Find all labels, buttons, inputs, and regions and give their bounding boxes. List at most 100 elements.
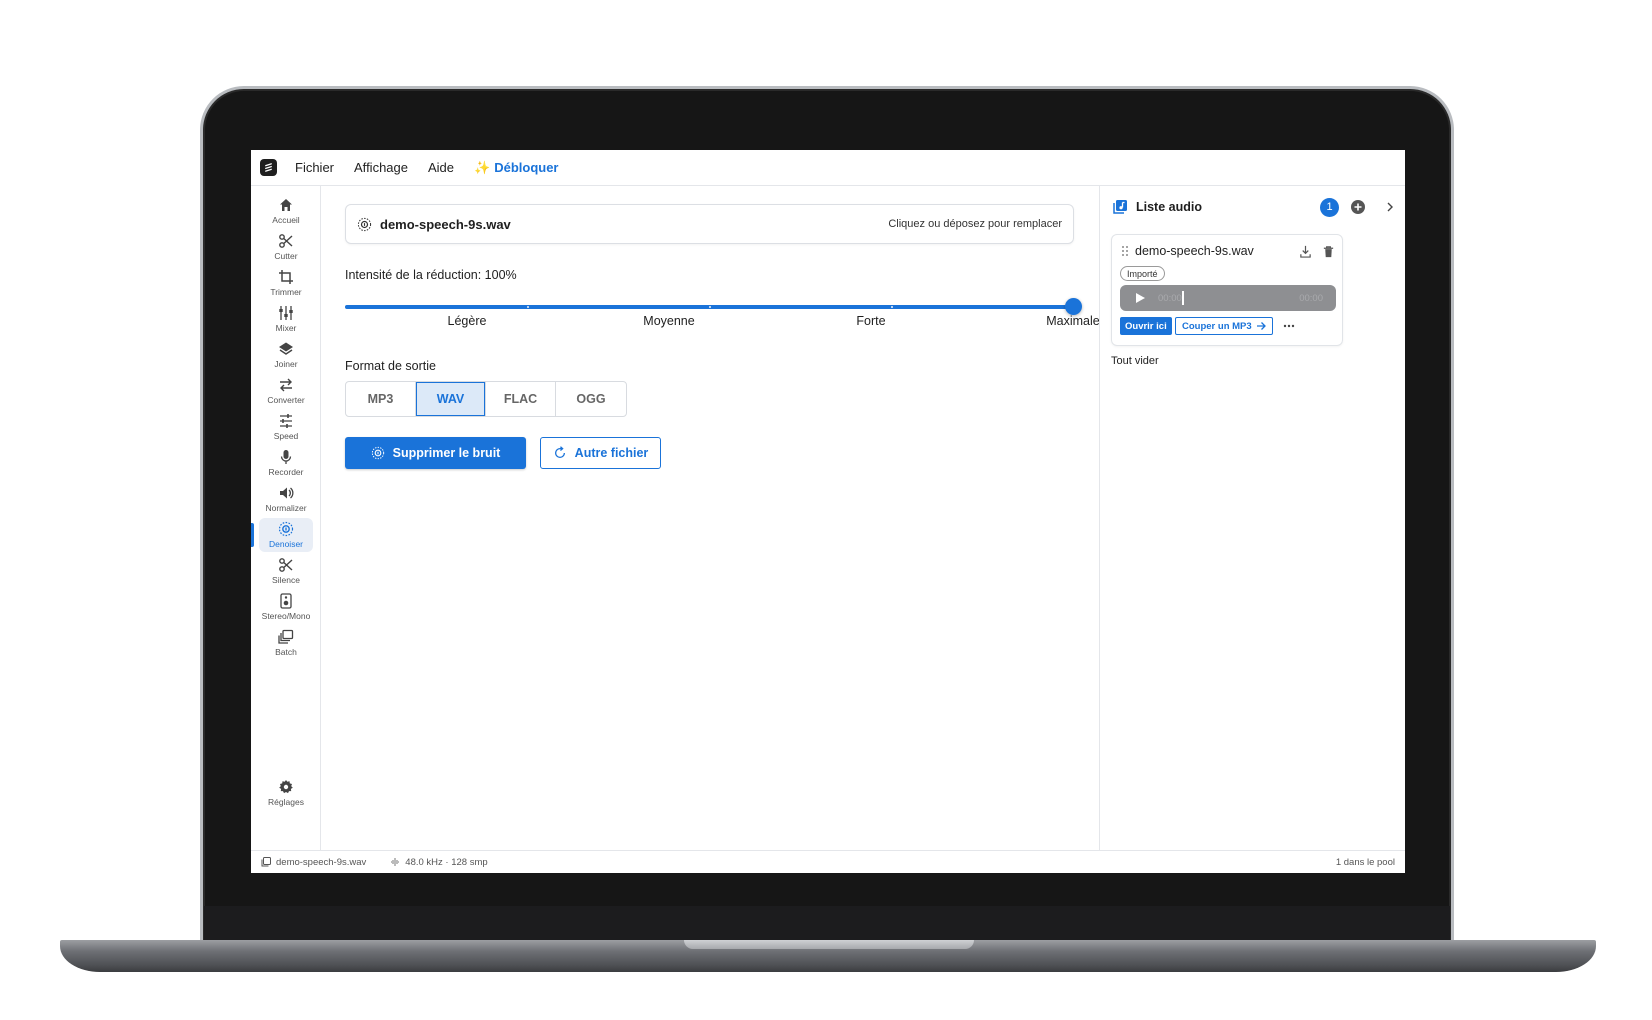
cut-mp3-label: Couper un MP3 [1182,320,1252,332]
slider-thumb[interactable] [1065,298,1082,315]
status-file-name: demo-speech-9s.wav [276,856,367,868]
sidebar-item-label: Réglages [268,797,304,807]
sidebar-item-label: Stereo/Mono [261,611,311,621]
player-progress-cursor[interactable] [1181,291,1184,305]
sidebar-item-speed[interactable]: Speed [259,410,313,444]
remove-noise-button[interactable]: Supprimer le bruit [345,437,526,469]
trash-icon[interactable] [1322,245,1335,258]
status-info: 48.0 kHz · 128 smp [390,856,488,868]
sidebar-item-label: Batch [275,647,297,657]
menu-unlock-label: Débloquer [494,160,559,175]
sidebar-item-label: Cutter [274,251,298,261]
gear-icon [279,780,293,794]
imported-badge: Importé [1120,266,1165,281]
mark-light: Légère [447,314,487,328]
sidebar-item-label: Recorder [268,467,304,477]
sidebar-item-label: Converter [267,395,305,405]
chevron-right-icon[interactable] [1384,201,1396,213]
sidebar-item-batch[interactable]: Batch [259,626,313,660]
arrow-right-icon [1256,322,1266,330]
sidebar-item-joiner[interactable]: Joiner [259,338,313,372]
slider-tick [709,306,711,308]
mark-max: Maximale [1046,314,1100,328]
mark-medium: Moyenne [643,314,695,328]
volume-icon [280,487,294,499]
app-logo-icon[interactable] [260,159,277,176]
menubar: Fichier Affichage Aide ✨ Débloquer [251,150,1405,186]
sidebar-item-stereo-mono[interactable]: Stereo/Mono [259,590,313,624]
clear-all-link[interactable]: Tout vider [1111,355,1159,367]
sidebar-item-normalizer[interactable]: Normalizer [259,482,313,516]
status-sample-info: 48.0 kHz · 128 smp [405,856,488,868]
library-music-icon [261,857,271,867]
intensity-label: Intensité de la réduction: 100% [345,268,517,282]
crop-icon [279,270,293,284]
speaker-icon [280,593,292,609]
format-label: Format de sortie [345,359,437,373]
audio-list-header: Liste audio 1 [1112,196,1396,218]
sidebar-item-settings[interactable]: Réglages [259,776,313,810]
play-icon[interactable] [1135,293,1145,303]
sidebar-item-label: Silence [272,575,300,585]
format-mp3-button[interactable]: MP3 [346,382,416,416]
audio-item-name: demo-speech-9s.wav [1135,244,1254,258]
sidebar-item-label: Joiner [274,359,298,369]
sidebar-item-accueil[interactable]: Accueil [259,194,313,228]
sidebar-item-denoiser[interactable]: Denoiser [259,518,313,552]
scissors-icon [279,558,293,572]
laptop-notch [684,940,974,949]
slider-tick [891,306,893,308]
audio-list-title: Liste audio [1136,200,1202,214]
menu-file[interactable]: Fichier [295,160,334,175]
download-icon[interactable] [1299,245,1312,258]
denoise-icon [278,521,294,537]
sidebar-item-mixer[interactable]: Mixer [259,302,313,336]
scissors-icon [279,234,293,248]
app-window: Fichier Affichage Aide ✨ Débloquer Accue… [251,150,1405,873]
tune-icon [280,414,292,428]
sidebar-item-converter[interactable]: Converter [259,374,313,408]
sidebar-item-recorder[interactable]: Recorder [259,446,313,480]
sidebar-item-label: Mixer [275,323,297,333]
main-panel: demo-speech-9s.wav Cliquez ou déposez po… [322,186,1100,850]
file-dropzone[interactable]: demo-speech-9s.wav Cliquez ou déposez po… [345,204,1074,244]
format-ogg-button[interactable]: OGG [556,382,626,416]
sidebar-item-label: Denoiser [268,539,304,549]
menu-unlock[interactable]: ✨ Débloquer [474,160,558,176]
player-total-time: 00:00 [1299,292,1323,304]
cut-mp3-button[interactable]: Couper un MP3 [1175,317,1273,335]
sidebar-item-cutter[interactable]: Cutter [259,230,313,264]
status-bar: demo-speech-9s.wav 48.0 kHz · 128 smp 1 … [251,850,1405,873]
menu-view[interactable]: Affichage [354,160,408,175]
sidebar-item-label: Trimmer [270,287,302,297]
denoise-icon [357,217,372,231]
add-circle-icon[interactable] [1350,199,1366,215]
slider-tick [527,306,529,308]
open-here-button[interactable]: Ouvrir ici [1120,317,1172,335]
library-icon [278,629,294,644]
swap-icon [280,378,292,392]
audio-player[interactable]: 00:00 00:00 [1120,285,1336,311]
denoise-icon [371,446,384,460]
audio-item-card: demo-speech-9s.wav Importé 00:00 00:00 O… [1111,234,1343,346]
refresh-icon [554,446,565,459]
microphone-icon [280,450,292,464]
active-indicator [251,523,254,547]
sidebar: Accueil Cutter Trimmer Mixer Joiner Conv… [251,186,321,850]
sidebar-item-trimmer[interactable]: Trimmer [259,266,313,300]
other-file-button[interactable]: Autre fichier [540,437,661,469]
format-selector: MP3 WAV FLAC OGG [345,381,627,417]
status-pool-count: 1 dans le pool [1335,856,1395,868]
other-file-label: Autre fichier [574,446,649,460]
drag-handle-icon[interactable] [1121,245,1129,257]
sidebar-item-silence[interactable]: Silence [259,554,313,588]
layers-icon [279,342,293,355]
replace-hint: Cliquez ou déposez pour remplacer [888,218,1062,230]
audio-list-panel: Liste audio 1 demo-speech-9s.wav Importé… [1099,186,1405,850]
format-wav-button[interactable]: WAV [416,382,486,416]
format-flac-button[interactable]: FLAC [486,382,556,416]
audio-count-badge: 1 [1320,197,1339,217]
mixer-icon [279,306,293,320]
menu-help[interactable]: Aide [428,160,454,175]
more-options-icon[interactable] [1282,319,1296,333]
